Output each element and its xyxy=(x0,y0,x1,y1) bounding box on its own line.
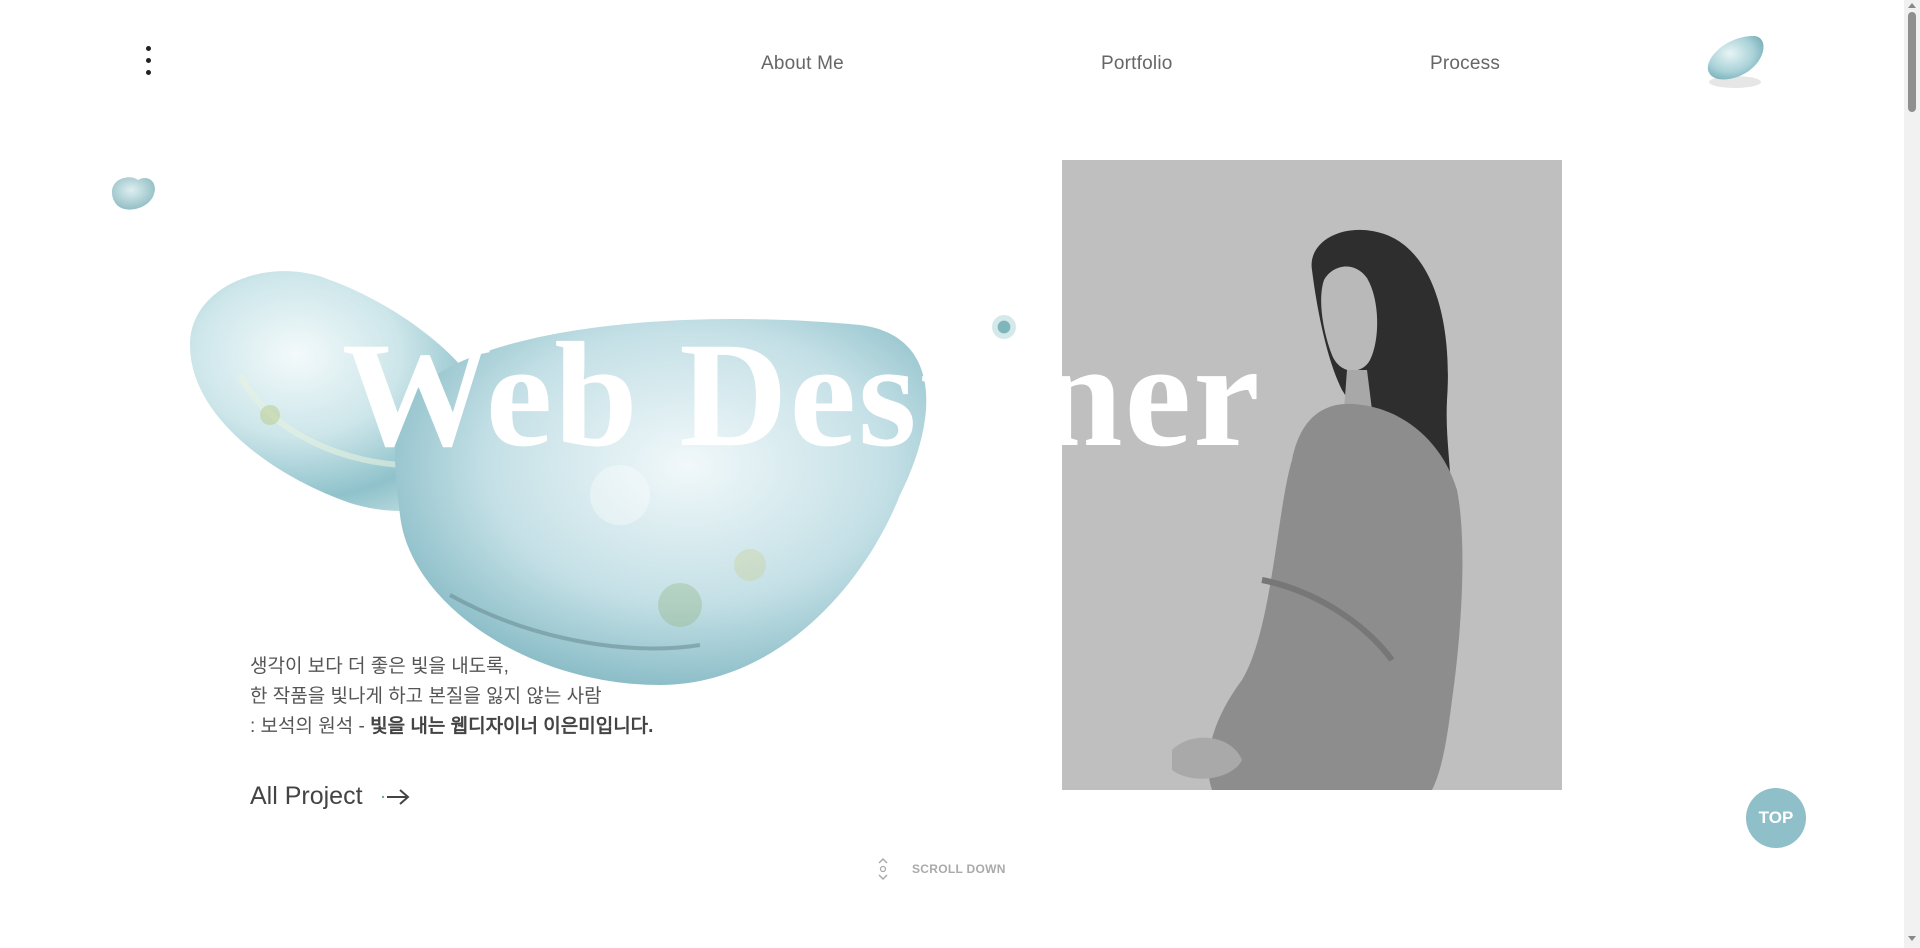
scroll-chevrons-icon xyxy=(878,857,888,881)
menu-dot xyxy=(145,70,151,75)
scroll-down-arrow-icon[interactable] xyxy=(1907,934,1917,944)
all-project-label: All Project xyxy=(250,782,363,810)
nav-process[interactable]: Process xyxy=(1430,53,1500,75)
intro-line-1: 생각이 보다 더 좋은 빛을 내도록, xyxy=(250,656,509,677)
menu-button[interactable] xyxy=(138,46,158,86)
scroll-down-indicator[interactable]: SCROLL DOWN xyxy=(876,856,1006,882)
intro-line-3-prefix: : 보석의 원석 - xyxy=(250,716,371,737)
menu-dot xyxy=(145,46,151,51)
intro-line-3-bold: 빛을 내는 웹디자이너 이은미입니다. xyxy=(370,716,654,737)
intro-line-2: 한 작품을 빛나게 하고 본질을 잃지 않는 사람 xyxy=(250,686,602,707)
logo-gem-icon[interactable] xyxy=(1700,30,1770,92)
hero-headline: Web Designer xyxy=(342,312,1262,478)
scrollbar-track[interactable] xyxy=(1904,0,1920,948)
nav-about-me[interactable]: About Me xyxy=(761,53,844,75)
nav-portfolio[interactable]: Portfolio xyxy=(1101,53,1173,75)
top-button[interactable]: TOP xyxy=(1746,788,1806,848)
menu-dot xyxy=(145,58,151,63)
arrow-right-icon xyxy=(381,788,410,805)
scroll-up-arrow-icon[interactable] xyxy=(1907,0,1917,10)
small-gem-icon xyxy=(112,177,155,210)
scrollbar-thumb[interactable] xyxy=(1908,12,1916,112)
scroll-down-label: SCROLL DOWN xyxy=(912,862,1006,876)
intro-line-3: : 보석의 원석 - 빛을 내는 웹디자이너 이은미입니다. xyxy=(250,712,653,742)
all-project-link[interactable]: All Project xyxy=(250,782,411,811)
intro-text: 생각이 보다 더 좋은 빛을 내도록, 한 작품을 빛나게 하고 본질을 잃지 … xyxy=(250,652,653,742)
